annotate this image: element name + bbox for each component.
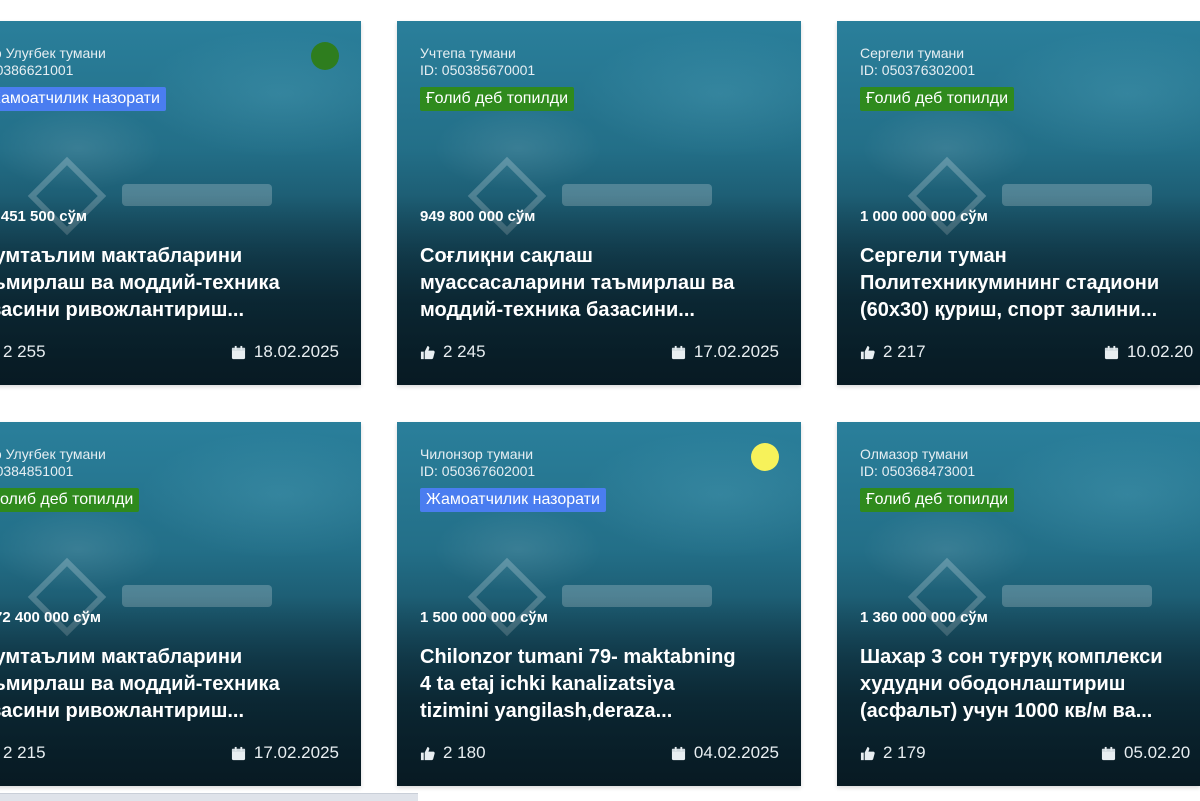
district-label: Учтепа тумани xyxy=(420,45,516,61)
calendar-icon xyxy=(1104,345,1119,359)
project-card[interactable]: рзо Улуғбек тумани 050384851001 олиб деб… xyxy=(0,422,361,786)
card-title[interactable]: мумтаълим мактабларини аъмирлаш ва модди… xyxy=(0,644,340,726)
district-label: Олмазор тумани xyxy=(860,446,969,462)
calendar-icon xyxy=(1101,746,1116,760)
date: 05.02.20 xyxy=(1101,743,1190,763)
calendar-icon xyxy=(671,345,685,359)
status-badge: Ғолиб деб топилди xyxy=(420,87,575,111)
project-card[interactable]: Сергели тумани ID: 050376302001 Ғолиб де… xyxy=(837,21,1200,385)
project-card[interactable]: Чилонзор тумани ID: 050367602001 Жамоатч… xyxy=(397,422,801,786)
date-value: 10.02.20 xyxy=(1127,342,1194,361)
likes-count: 2 217 xyxy=(883,342,926,361)
likes-count: 2 255 xyxy=(3,342,46,361)
amount: 949 800 000 сўм xyxy=(420,208,536,225)
thumbs-up-icon xyxy=(860,746,875,760)
project-id: ID: 050376302001 xyxy=(860,62,976,78)
district-label: Сергели тумани xyxy=(860,45,965,61)
date: 10.02.20 xyxy=(1104,342,1193,362)
likes-count: 2 245 xyxy=(443,342,486,361)
project-id: ID: 050367602001 xyxy=(420,463,536,479)
likes[interactable]: 2 245 xyxy=(420,342,486,362)
card-title[interactable]: Соғлиқни сақлаш муассасаларини таъмирлаш… xyxy=(420,243,780,325)
project-id: ID: 050368473001 xyxy=(860,463,976,479)
amount: 1 000 000 000 сўм xyxy=(860,208,988,225)
district-label: рзо Улуғбек тумани xyxy=(0,45,106,61)
card-title[interactable]: Шахар 3 сон туғруқ комплекси худудни обо… xyxy=(860,644,1195,726)
project-id: 050384851001 xyxy=(0,463,74,479)
likes[interactable]: 2 255 xyxy=(0,342,46,362)
date: 17.02.2025 xyxy=(671,342,779,362)
project-id: ID: 050385670001 xyxy=(420,62,536,78)
likes[interactable]: 2 179 xyxy=(860,743,926,763)
project-card[interactable]: рзо Улуғбек тумани 050386621001 Жамоатчи… xyxy=(0,21,361,385)
card-title[interactable]: мумтаълим мактабларини аъмирлаш ва модди… xyxy=(0,243,340,325)
district-label: Чилонзор тумани xyxy=(420,446,534,462)
calendar-icon xyxy=(231,746,245,760)
status-badge: Ғолиб деб топилди xyxy=(860,87,1015,111)
thumbs-up-icon xyxy=(420,746,435,760)
date-value: 04.02.2025 xyxy=(693,743,779,762)
date-value: 05.02.20 xyxy=(1124,743,1191,762)
date: 17.02.2025 xyxy=(231,743,339,763)
status-badge: Жамоатчилик назорати xyxy=(420,488,606,512)
status-badge: олиб деб топилди xyxy=(0,488,140,512)
likes-count: 2 179 xyxy=(883,743,926,762)
date-value: 17.02.2025 xyxy=(253,743,339,762)
card-title[interactable]: Сергели туман Политехникумининг стадиони… xyxy=(860,243,1195,325)
likes-count: 2 215 xyxy=(3,743,46,762)
likes[interactable]: 2 180 xyxy=(420,743,486,763)
project-id: 050386621001 xyxy=(0,62,74,78)
likes[interactable]: 2 215 xyxy=(0,743,46,763)
project-card[interactable]: Учтепа тумани ID: 050385670001 Ғолиб деб… xyxy=(397,21,801,385)
thumbs-up-icon xyxy=(420,345,435,359)
amount: 72 400 000 сўм xyxy=(0,609,102,626)
date: 18.02.2025 xyxy=(231,342,339,362)
status-badge: Ғолиб деб топилди xyxy=(860,488,1015,512)
date-value: 17.02.2025 xyxy=(693,342,779,361)
date: 04.02.2025 xyxy=(671,743,779,763)
cards-grid: рзо Улуғбек тумани 050386621001 Жамоатчи… xyxy=(0,0,1200,800)
likes[interactable]: 2 217 xyxy=(860,342,926,362)
project-card[interactable]: Олмазор тумани ID: 050368473001 Ғолиб де… xyxy=(837,422,1200,786)
amount: 1 360 000 000 сўм xyxy=(860,609,988,626)
status-dot xyxy=(751,443,779,471)
status-dot xyxy=(311,42,339,70)
likes-count: 2 180 xyxy=(443,743,486,762)
status-badge: Жамоатчилик назорати xyxy=(0,87,166,111)
card-title[interactable]: Chilonzor tumani 79- maktabning 4 ta eta… xyxy=(420,644,780,726)
calendar-icon xyxy=(671,746,685,760)
amount: 1 500 000 000 сўм xyxy=(420,609,548,626)
thumbs-up-icon xyxy=(860,345,875,359)
calendar-icon xyxy=(231,345,245,359)
amount: 73 451 500 сўм xyxy=(0,208,88,225)
date-value: 18.02.2025 xyxy=(253,342,339,361)
district-label: рзо Улуғбек тумани xyxy=(0,446,106,462)
